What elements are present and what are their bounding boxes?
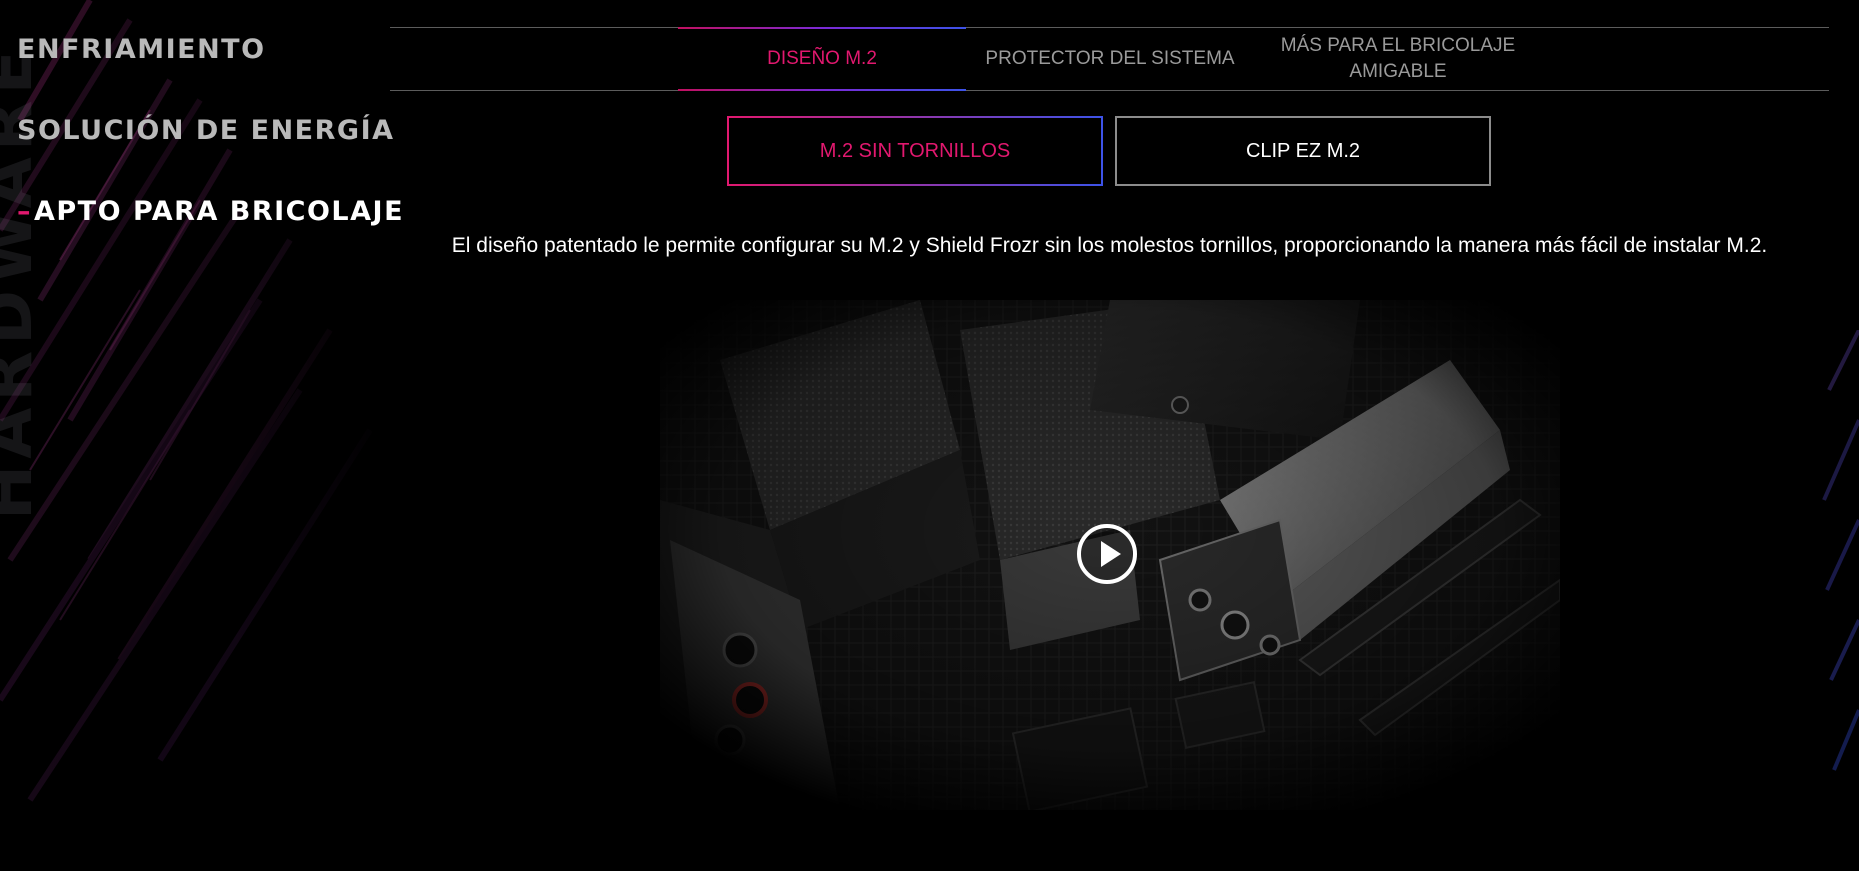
sidebar-item-label: ENFRIAMIENTO xyxy=(17,34,266,65)
tab-label: DISEÑO M.2 xyxy=(767,48,877,69)
tab-mas-bricolaje[interactable]: MÁS PARA EL BRICOLAJE AMIGABLE xyxy=(1254,28,1542,90)
clip-ez-m2-button[interactable]: CLIP EZ M.2 xyxy=(1115,116,1491,186)
tab-label: PROTECTOR DEL SISTEMA xyxy=(985,48,1235,69)
background-decoration-right xyxy=(1819,330,1859,790)
feature-description: El diseño patentado le permite configura… xyxy=(451,234,1768,257)
feature-tab-bar: DISEÑO M.2 PROTECTOR DEL SISTEMA MÁS PAR… xyxy=(390,27,1829,91)
m2-sin-tornillos-button[interactable]: M.2 SIN TORNILLOS xyxy=(727,116,1103,186)
tab-label: MÁS PARA EL BRICOLAJE AMIGABLE xyxy=(1280,35,1516,82)
button-label: CLIP EZ M.2 xyxy=(1245,139,1361,162)
sidebar-item-apto-bricolaje[interactable]: –APTO PARA BRICOLAJE xyxy=(17,192,403,232)
sidebar-item-solucion-energia[interactable]: SOLUCIÓN DE ENERGÍA xyxy=(17,111,393,151)
sidebar-item-label: APTO PARA BRICOLAJE xyxy=(34,196,405,227)
sidebar-item-enfriamiento[interactable]: ENFRIAMIENTO xyxy=(17,30,377,70)
tab-diseno-m2[interactable]: DISEÑO M.2 xyxy=(678,27,966,91)
page: HARDWARE ENFRIAMIENTO SOLUCIÓN DE ENERGÍ… xyxy=(0,0,1859,871)
active-indicator-dash: – xyxy=(17,196,32,227)
tab-protector-sistema[interactable]: PROTECTOR DEL SISTEMA xyxy=(966,28,1254,90)
sidebar-item-label: SOLUCIÓN DE ENERGÍA xyxy=(17,115,395,146)
sidebar-nav: ENFRIAMIENTO SOLUCIÓN DE ENERGÍA –APTO P… xyxy=(17,30,403,273)
button-label: M.2 SIN TORNILLOS xyxy=(819,139,1011,162)
play-circle-icon[interactable] xyxy=(1075,522,1139,586)
